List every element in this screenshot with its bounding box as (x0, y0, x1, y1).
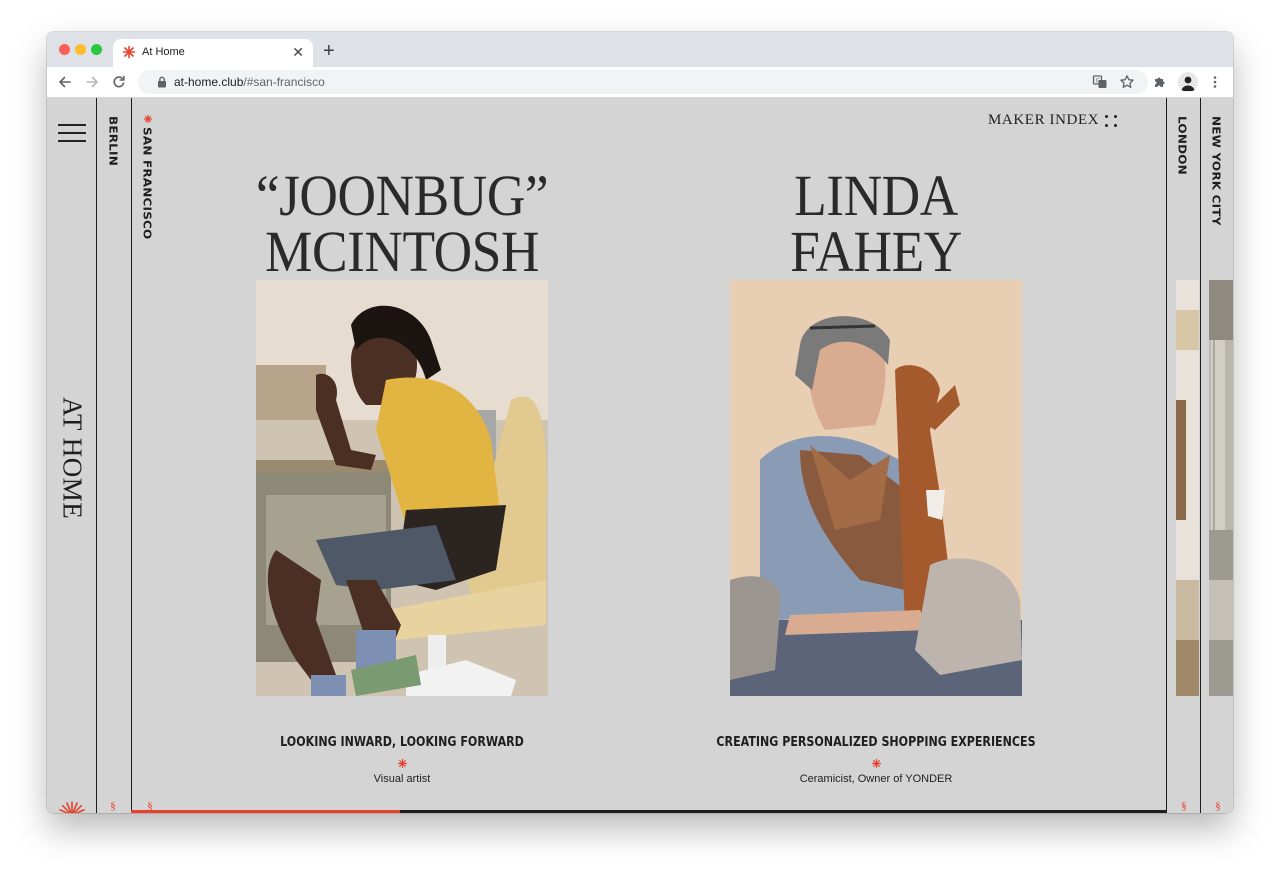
tab-close-icon[interactable]: ✕ (292, 43, 304, 61)
profile-avatar[interactable] (1178, 72, 1198, 92)
brand-logo-text[interactable]: AT HOME (57, 393, 88, 523)
grid-dots-icon[interactable] (1105, 115, 1117, 127)
separator-asterisk-icon (872, 759, 881, 768)
column-divider (131, 98, 132, 813)
maker-headline[interactable]: LOOKING INWARD, LOOKING FORWARD (238, 734, 566, 750)
column-divider (1200, 98, 1201, 813)
kebab-menu-icon[interactable] (1207, 74, 1223, 90)
address-bar[interactable]: at-home.club/#san-francisco (138, 70, 1148, 94)
extensions-puzzle-icon[interactable] (1152, 74, 1168, 90)
reload-icon[interactable] (111, 74, 127, 90)
asterisk-favicon-icon (122, 45, 136, 59)
forward-arrow-icon[interactable] (84, 74, 100, 90)
artist-portrait-illustration (256, 280, 548, 696)
minimize-window-button[interactable] (75, 44, 86, 55)
asterisk-logo-icon[interactable] (58, 801, 86, 813)
close-window-button[interactable] (59, 44, 70, 55)
profile-person-icon (1181, 76, 1195, 91)
new-york-photo-peek[interactable] (1209, 280, 1233, 696)
page-content: AT HOME BERLIN §01 SAN FRANCISCO (47, 98, 1233, 813)
scroll-progress-bar (131, 810, 1166, 813)
new-tab-plus-icon[interactable]: + (323, 39, 335, 63)
city-tab-berlin[interactable]: BERLIN (107, 116, 119, 166)
lock-icon (158, 76, 166, 88)
maker-photo-linda-fahey[interactable] (730, 280, 1022, 696)
back-arrow-icon[interactable] (57, 74, 73, 90)
maker-index-link[interactable]: MAKER INDEX (988, 112, 1099, 129)
maker-name-linda-fahey[interactable]: LINDA FAHEY (692, 167, 1060, 281)
separator-asterisk-icon (398, 759, 407, 768)
section-number-03[interactable]: §03 (1173, 801, 1195, 814)
svg-text:G: G (1096, 78, 1101, 85)
browser-tab[interactable]: At Home ✕ (113, 39, 313, 67)
bookmark-star-icon[interactable] (1119, 74, 1135, 90)
section-number-01[interactable]: §01 (104, 801, 122, 814)
maker-headline[interactable]: CREATING PERSONALIZED SHOPPING EXPERIENC… (712, 734, 1040, 750)
section-number-04[interactable]: §04 (1207, 801, 1229, 814)
column-divider (1166, 98, 1167, 813)
city-tab-san-francisco[interactable]: SAN FRANCISCO (141, 127, 153, 239)
city-tab-new-york-city[interactable]: NEW YORK CITY (1210, 116, 1222, 226)
city-tab-london[interactable]: LONDON (1176, 116, 1188, 175)
tab-title: At Home (142, 46, 185, 58)
title-bar: At Home ✕ + (47, 32, 1233, 67)
maximize-window-button[interactable] (91, 44, 102, 55)
new-york-photo-illustration (1209, 280, 1233, 696)
url-text: at-home.club/#san-francisco (174, 75, 325, 89)
ceramicist-portrait-illustration (730, 280, 1022, 696)
london-photo-illustration (1176, 280, 1199, 696)
maker-role: Visual artist (373, 773, 431, 785)
maker-photo-joonbug-mcintosh[interactable] (256, 280, 548, 696)
maker-role: Ceramicist, Owner of YONDER (799, 773, 953, 785)
maker-name-joonbug-mcintosh[interactable]: “JOONBUG” MCINTOSH (218, 167, 586, 281)
scroll-progress-fill (131, 810, 401, 813)
active-city-asterisk-icon (144, 115, 152, 123)
column-divider (96, 98, 97, 813)
browser-toolbar: at-home.club/#san-francisco G (47, 67, 1233, 98)
london-photo-peek[interactable] (1176, 280, 1199, 696)
hamburger-menu-icon[interactable] (58, 124, 86, 142)
translate-icon[interactable]: G (1092, 74, 1108, 90)
browser-window: At Home ✕ + at-home.club/#san-francisco … (47, 32, 1233, 813)
